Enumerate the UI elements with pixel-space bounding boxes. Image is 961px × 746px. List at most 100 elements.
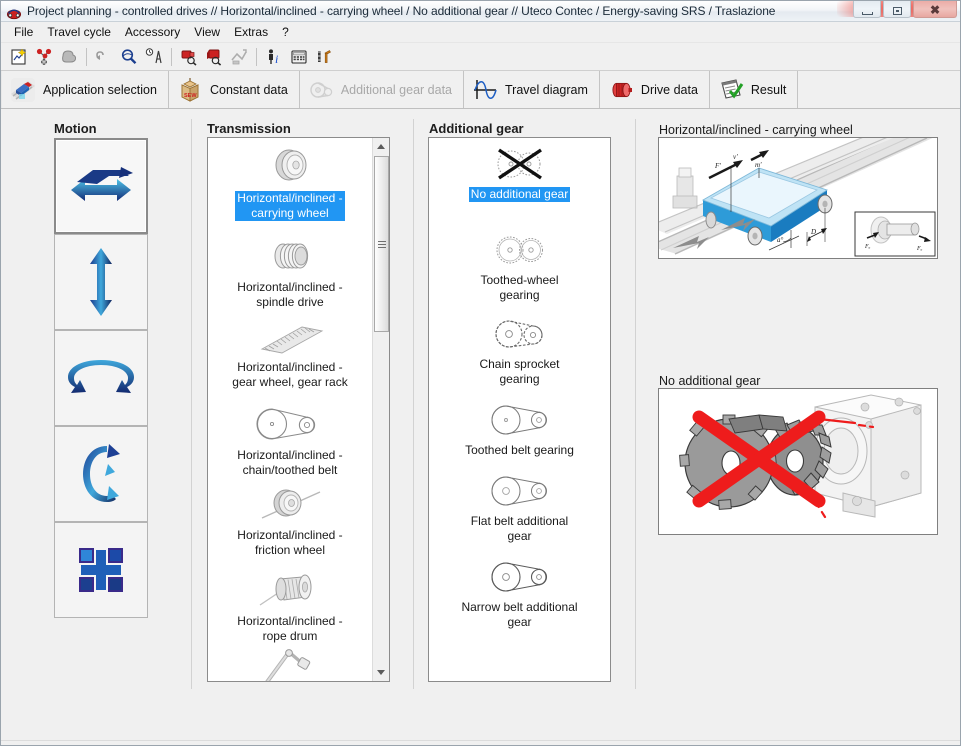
scroll-down-icon bbox=[377, 670, 385, 675]
travel-cycle-button[interactable] bbox=[142, 45, 166, 69]
application-selection-icon bbox=[11, 77, 35, 102]
transmission-scrollbar[interactable] bbox=[372, 138, 389, 681]
tab-additional-gear-data[interactable]: Additional gear data bbox=[300, 71, 465, 108]
additional-gear-item-toothed-belt[interactable]: Toothed belt gearing bbox=[429, 400, 610, 458]
additional-gear-list[interactable]: No additional gear Toothed-wheel gearing bbox=[428, 137, 611, 682]
close-button[interactable]: ✖ bbox=[913, 1, 957, 18]
swivel-arrow-icon bbox=[68, 360, 134, 393]
additional-gear-item-flat-belt[interactable]: Flat belt additional gear bbox=[429, 471, 610, 544]
zoom-search-icon bbox=[121, 48, 137, 64]
close-icon: ✖ bbox=[929, 3, 941, 17]
vertical-double-arrow-icon bbox=[90, 248, 112, 316]
open-project-icon bbox=[36, 48, 52, 65]
svg-text:SEW: SEW bbox=[184, 93, 197, 99]
tab-label: Travel diagram bbox=[505, 82, 588, 97]
transmission-item-carrying-wheel[interactable]: Horizontal/inclined - carrying wheel bbox=[208, 144, 372, 221]
drive-compare-icon bbox=[231, 48, 247, 64]
maximize-icon bbox=[892, 7, 902, 15]
transmission-list[interactable]: Horizontal/inclined - carrying wheel Hor… bbox=[207, 137, 390, 682]
scroll-up-icon bbox=[377, 144, 385, 149]
transmission-item-label: Horizontal/inclined - carrying wheel bbox=[235, 191, 345, 221]
motion-column-title: Motion bbox=[54, 121, 97, 136]
menu-item-view[interactable]: View bbox=[187, 23, 227, 41]
motion-option-rotary[interactable] bbox=[54, 426, 148, 522]
additional-gear-item-toothed-wheel[interactable]: Toothed-wheel gearing bbox=[429, 230, 610, 303]
svg-text:a°: a° bbox=[777, 236, 784, 244]
additional-gear-item-label: Flat belt additional gear bbox=[470, 514, 569, 543]
tools-icon bbox=[318, 49, 331, 63]
additional-gear-column-title: Additional gear bbox=[429, 121, 524, 136]
travel-diagram-icon bbox=[474, 79, 497, 99]
swivel-arm-icon bbox=[265, 649, 311, 681]
carrying-wheel-diagram: F' v' m' D a° Fₐ Fₐ bbox=[659, 138, 937, 258]
drive-select-button[interactable] bbox=[177, 45, 201, 69]
svg-text:F': F' bbox=[714, 162, 721, 170]
tab-drive-data[interactable]: Drive data bbox=[600, 71, 710, 108]
svg-text:D: D bbox=[810, 228, 816, 236]
drive-search-button[interactable] bbox=[202, 45, 226, 69]
motion-option-positioning[interactable] bbox=[54, 522, 148, 618]
transmission-item-spindle-drive[interactable]: Horizontal/inclined - spindle drive bbox=[208, 235, 372, 310]
svg-text:v': v' bbox=[733, 153, 738, 161]
save-project-button[interactable] bbox=[57, 45, 81, 69]
tab-application-selection[interactable]: Application selection bbox=[1, 71, 169, 108]
zoom-search-button[interactable] bbox=[117, 45, 141, 69]
chain-toothed-belt-icon bbox=[256, 408, 316, 440]
preview-title-additional-gear: No additional gear bbox=[659, 374, 761, 388]
menu-item-accessory[interactable]: Accessory bbox=[118, 23, 187, 41]
maximize-button[interactable] bbox=[883, 1, 911, 18]
minimize-icon bbox=[861, 12, 873, 15]
tab-travel-diagram[interactable]: Travel diagram bbox=[464, 71, 600, 108]
tools-button[interactable] bbox=[312, 45, 336, 69]
additional-gear-item-chain-sprocket[interactable]: Chain sprocket gearing bbox=[429, 316, 610, 387]
additional-gear-item-label: Toothed belt gearing bbox=[465, 443, 574, 457]
spindle-drive-icon bbox=[274, 243, 309, 269]
motion-option-vertical[interactable] bbox=[54, 234, 148, 330]
svg-text:i: i bbox=[275, 52, 278, 66]
constant-data-icon: SEW bbox=[181, 77, 199, 102]
preview-title-transmission: Horizontal/inclined - carrying wheel bbox=[659, 123, 853, 137]
menu-item-travel-cycle[interactable]: Travel cycle bbox=[40, 23, 118, 41]
menu-bar: File Travel cycle Accessory View Extras … bbox=[1, 22, 960, 43]
undo-button[interactable] bbox=[92, 45, 116, 69]
motion-option-swivel[interactable] bbox=[54, 330, 148, 426]
no-additional-gear-icon bbox=[497, 148, 542, 180]
result-icon bbox=[721, 78, 744, 99]
svg-text:Fₐ: Fₐ bbox=[916, 246, 923, 252]
additional-gear-item-label: Toothed-wheel gearing bbox=[480, 273, 559, 302]
tab-constant-data[interactable]: SEW Constant data bbox=[169, 71, 300, 108]
calculator-button[interactable] bbox=[287, 45, 311, 69]
toolbar-separator-3 bbox=[256, 47, 257, 66]
minimize-button[interactable] bbox=[853, 1, 881, 18]
open-project-button[interactable] bbox=[32, 45, 56, 69]
new-project-button[interactable] bbox=[7, 45, 31, 69]
additional-gear-item-none[interactable]: No additional gear bbox=[429, 144, 610, 202]
toolbar-separator-2 bbox=[171, 47, 172, 66]
tab-label: Drive data bbox=[640, 82, 698, 97]
menu-item-extras[interactable]: Extras bbox=[227, 23, 275, 41]
window-title: Project planning - controlled drives // … bbox=[27, 4, 776, 18]
tab-label: Result bbox=[750, 82, 787, 97]
menu-item-help[interactable]: ? bbox=[275, 23, 296, 41]
transmission-item-friction-wheel[interactable]: Horizontal/inclined - friction wheel bbox=[208, 485, 372, 558]
scroll-down-button[interactable] bbox=[373, 664, 389, 681]
transmission-item-chain-toothed-belt[interactable]: Horizontal/inclined - chain/toothed belt bbox=[208, 403, 372, 478]
person-info-button[interactable]: i bbox=[262, 45, 286, 69]
transmission-item-swivel-arm[interactable] bbox=[208, 646, 372, 681]
transmission-item-label: Horizontal/inclined - rope drum bbox=[237, 614, 343, 643]
transmission-item-gear-rack[interactable]: Horizontal/inclined - gear wheel, gear r… bbox=[208, 321, 372, 390]
tab-result[interactable]: Result bbox=[710, 71, 799, 108]
toolbar-separator-1 bbox=[86, 47, 87, 66]
drive-app-icon bbox=[6, 9, 22, 19]
motion-option-horizontal[interactable] bbox=[54, 138, 148, 234]
menu-item-file[interactable]: File bbox=[7, 23, 40, 41]
drive-compare-button[interactable] bbox=[227, 45, 251, 69]
flat-belt-additional-gear-icon bbox=[491, 476, 547, 506]
transmission-item-rope-drum[interactable]: Horizontal/inclined - rope drum bbox=[208, 567, 372, 644]
additional-gear-item-label: Chain sprocket gearing bbox=[479, 357, 560, 386]
scroll-grip-icon bbox=[377, 240, 386, 248]
scroll-thumb[interactable] bbox=[374, 156, 389, 332]
scroll-up-button[interactable] bbox=[373, 138, 389, 155]
drive-search-red-icon bbox=[207, 49, 222, 66]
additional-gear-item-narrow-belt[interactable]: Narrow belt additional gear bbox=[429, 557, 610, 630]
